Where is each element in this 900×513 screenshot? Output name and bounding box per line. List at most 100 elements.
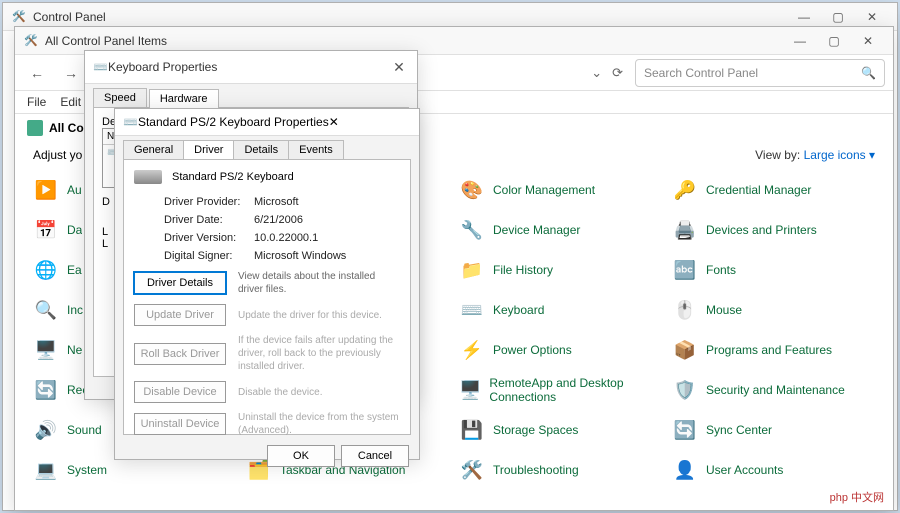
close-button[interactable]: ✕ (855, 6, 889, 28)
close-button[interactable]: ✕ (329, 115, 339, 129)
cp-item[interactable]: 🛡️Security and Maintenance (672, 372, 875, 408)
item-icon: 🔧 (459, 217, 485, 243)
view-by-dropdown[interactable]: Large icons ▾ (804, 148, 875, 162)
item-icon: 🔑 (672, 177, 698, 203)
driver-action-button[interactable]: Roll Back Driver (134, 343, 226, 365)
menu-edit[interactable]: Edit (60, 95, 81, 109)
item-icon: 🔍 (33, 297, 59, 323)
property-row: Driver Provider:Microsoft (164, 196, 400, 208)
minimize-button[interactable]: — (787, 6, 821, 28)
item-icon: 🖥️ (33, 337, 59, 363)
cp-item[interactable]: 🎨Color Management (459, 172, 662, 208)
cp-item[interactable]: 🖨️Devices and Printers (672, 212, 875, 248)
cp-item[interactable]: 🖱️ Mouse (672, 292, 875, 328)
cp-item[interactable]: 💾Storage Spaces (459, 412, 662, 448)
item-label: Troubleshooting (493, 463, 579, 477)
property-label: Driver Version: (164, 232, 254, 244)
driver-action-button[interactable]: Driver Details (134, 272, 226, 294)
item-label: Sound (67, 423, 102, 437)
tab-bar: Speed Hardware (85, 84, 417, 107)
button-description: View details about the installed driver … (238, 270, 400, 296)
property-value: 6/21/2006 (254, 214, 303, 226)
refresh-icon[interactable]: ⟳ (612, 65, 623, 81)
item-icon: 👤 (672, 457, 698, 483)
button-description: Update the driver for this device. (238, 309, 400, 322)
tab-events[interactable]: Events (288, 140, 344, 159)
cp-item[interactable]: ⌨️Keyboard (459, 292, 662, 328)
driver-action-button[interactable]: Uninstall Device (134, 413, 226, 435)
close-button[interactable]: ✕ (851, 30, 885, 52)
maximize-button[interactable]: ▢ (821, 6, 855, 28)
property-label: Digital Signer: (164, 250, 254, 262)
cp-item[interactable]: 👤 User Accounts (672, 452, 875, 488)
item-icon: 🔄 (672, 417, 698, 443)
window-controls: — ▢ ✕ (787, 6, 889, 28)
cp-item[interactable]: 🛠️Troubleshooting (459, 452, 662, 488)
item-icon: 🖨️ (672, 217, 698, 243)
button-description: If the device fails after updating the d… (238, 334, 400, 373)
item-icon: 🌐 (33, 257, 59, 283)
keyboard-icon: ⌨️ (93, 60, 108, 74)
driver-button-row: Update Driver Update the driver for this … (134, 304, 400, 326)
cp-item[interactable]: 🔑Credential Manager (672, 172, 875, 208)
search-input[interactable]: Search Control Panel 🔍 (635, 59, 885, 87)
maximize-button[interactable]: ▢ (817, 30, 851, 52)
ok-button[interactable]: OK (267, 445, 335, 467)
cancel-button[interactable]: Cancel (341, 445, 409, 467)
item-label: System (67, 463, 107, 477)
dialog-title: Keyboard Properties (108, 60, 389, 74)
cp-item[interactable]: 🔧Device Manager (459, 212, 662, 248)
item-label: Sync Center (706, 423, 772, 437)
button-description: Disable the device. (238, 386, 400, 399)
address-dropdown[interactable]: ⌄⟳ (591, 65, 623, 81)
driver-action-button[interactable]: Update Driver (134, 304, 226, 326)
item-label: Security and Maintenance (706, 383, 845, 397)
menu-file[interactable]: File (27, 95, 46, 109)
cp-item[interactable]: 📦Programs and Features (672, 332, 875, 368)
view-by-label: View by: (755, 148, 800, 162)
item-icon: 📁 (459, 257, 485, 283)
property-row: Driver Version:10.0.22000.1 (164, 232, 400, 244)
driver-action-button[interactable]: Disable Device (134, 381, 226, 403)
item-icon: 🖱️ (672, 297, 698, 323)
cp-item[interactable]: 🔤Fonts (672, 252, 875, 288)
tab-hardware[interactable]: Hardware (149, 89, 219, 108)
item-label: Keyboard (493, 303, 544, 317)
control-panel-icon (27, 120, 43, 136)
cp-item[interactable]: 📁 File History (459, 252, 662, 288)
item-label: User Accounts (706, 463, 783, 477)
item-icon: 🎨 (459, 177, 485, 203)
tab-speed[interactable]: Speed (93, 88, 147, 107)
cp-item[interactable]: 🔄 Sync Center (672, 412, 875, 448)
tab-details[interactable]: Details (233, 140, 289, 159)
tab-bar: General Driver Details Events (115, 136, 419, 159)
item-label: Mouse (706, 303, 742, 317)
item-icon: 💾 (459, 417, 485, 443)
close-button[interactable]: ✕ (389, 57, 409, 77)
property-value: Microsoft (254, 196, 299, 208)
item-label: File History (493, 263, 553, 277)
minimize-button[interactable]: — (783, 30, 817, 52)
driver-panel: Standard PS/2 Keyboard Driver Provider:M… (123, 159, 411, 435)
item-icon: 📦 (672, 337, 698, 363)
control-panel-icon: 🛠️ (11, 9, 27, 25)
titlebar: ⌨️ Standard PS/2 Keyboard Properties ✕ (115, 109, 419, 136)
dialog-buttons: OK Cancel (115, 441, 419, 475)
window-title: All Control Panel Items (45, 34, 783, 48)
item-label: Au (67, 183, 82, 197)
driver-button-row: Roll Back Driver If the device fails afte… (134, 334, 400, 373)
item-icon: 🔤 (672, 257, 698, 283)
back-button[interactable]: ← (23, 59, 51, 87)
cp-item[interactable]: ⚡Power Options (459, 332, 662, 368)
tab-driver[interactable]: Driver (183, 140, 234, 159)
driver-button-row: Disable Device Disable the device. (134, 381, 400, 403)
item-label: Ea (67, 263, 82, 277)
tab-general[interactable]: General (123, 140, 184, 159)
cp-item[interactable]: 🖥️RemoteApp and Desktop Connections (459, 372, 662, 408)
adjust-heading: Adjust yo (33, 148, 82, 162)
item-icon: 📅 (33, 217, 59, 243)
forward-button[interactable]: → (57, 59, 85, 87)
control-panel-icon: 🛠️ (23, 33, 39, 49)
item-label: Power Options (493, 343, 572, 357)
item-icon: 💻 (33, 457, 59, 483)
